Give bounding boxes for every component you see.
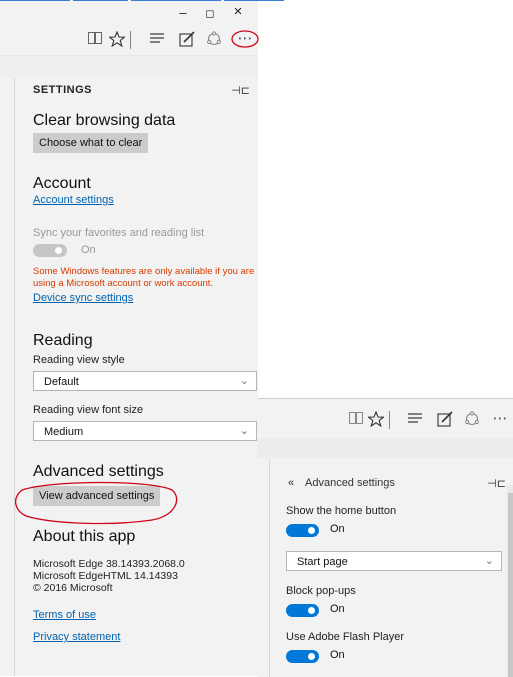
- pin-icon[interactable]: ⊣⊏: [487, 477, 506, 490]
- title-bar: – ◻ ×: [0, 3, 258, 25]
- tab-strip-area: [258, 438, 513, 458]
- browser-toolbar: ⋯: [258, 405, 513, 435]
- toolbar-divider: [389, 411, 390, 429]
- reading-view-icon[interactable]: [86, 31, 104, 49]
- scrollbar[interactable]: [507, 485, 513, 677]
- flash-player-toggle[interactable]: [286, 650, 319, 663]
- share-icon[interactable]: [205, 31, 223, 52]
- toolbar-divider: [130, 31, 131, 49]
- annotation-circle-more: [231, 30, 259, 48]
- sync-toggle-state: On: [81, 244, 96, 256]
- favorites-star-icon[interactable]: [107, 30, 127, 52]
- browser-toolbar: ⋯: [0, 25, 258, 56]
- chevron-down-icon: ⌄: [484, 555, 494, 567]
- hub-icon[interactable]: [148, 31, 166, 50]
- back-icon[interactable]: «: [288, 477, 294, 489]
- share-icon[interactable]: [463, 411, 481, 432]
- choose-what-to-clear-button[interactable]: Choose what to clear: [33, 133, 149, 153]
- show-home-button-label: Show the home button: [286, 505, 397, 517]
- restore-button[interactable]: ◻: [199, 7, 221, 20]
- flash-player-state: On: [330, 649, 345, 661]
- sync-label: Sync your favorites and reading list: [33, 227, 205, 239]
- clear-browsing-data-heading: Clear browsing data: [33, 112, 176, 129]
- tab-strip-area: [0, 56, 258, 78]
- home-page-value: Start page: [297, 556, 348, 568]
- about-heading: About this app: [33, 528, 136, 545]
- device-sync-settings-link[interactable]: Device sync settings: [33, 292, 133, 304]
- home-page-select[interactable]: Start page ⌄: [286, 551, 502, 571]
- edgehtml-version: Microsoft EdgeHTML 14.14393: [33, 570, 178, 582]
- block-popups-label: Block pop-ups: [286, 585, 356, 597]
- terms-of-use-link[interactable]: Terms of use: [33, 609, 96, 621]
- hub-icon[interactable]: [406, 411, 424, 430]
- privacy-statement-link[interactable]: Privacy statement: [33, 631, 120, 643]
- advanced-settings-panel: « Advanced settings ⊣⊏ Show the home but…: [269, 459, 513, 677]
- edge-window-settings: – ◻ × ⋯ SETTINGS ⊣⊏ Clear browsing data …: [0, 0, 284, 676]
- account-settings-link[interactable]: Account settings: [33, 194, 114, 206]
- reading-view-style-select[interactable]: Default ⌄: [33, 371, 257, 391]
- reading-font-size-label: Reading view font size: [33, 404, 144, 416]
- more-icon[interactable]: ⋯: [491, 410, 509, 428]
- advanced-settings-header: Advanced settings: [305, 477, 395, 489]
- show-home-button-toggle[interactable]: [286, 524, 319, 537]
- web-note-icon[interactable]: [178, 31, 196, 52]
- account-heading: Account: [33, 175, 91, 192]
- web-note-icon[interactable]: [436, 411, 454, 432]
- annotation-circle-advanced: [15, 481, 178, 525]
- sync-toggle: [33, 244, 67, 257]
- edge-version: Microsoft Edge 38.14393.2068.0: [33, 558, 185, 570]
- reading-view-icon[interactable]: [347, 411, 365, 429]
- reading-font-size-value: Medium: [44, 426, 84, 438]
- account-warning: Some Windows features are only available…: [33, 266, 255, 289]
- block-popups-state: On: [330, 603, 345, 615]
- minimize-button[interactable]: –: [172, 5, 194, 20]
- pin-icon[interactable]: ⊣⊏: [231, 84, 250, 97]
- edge-window-advanced: ⋯ « Advanced settings ⊣⊏ Show the home b…: [258, 398, 513, 677]
- reading-view-style-label: Reading view style: [33, 354, 125, 366]
- block-popups-toggle[interactable]: [286, 604, 319, 617]
- settings-panel: SETTINGS ⊣⊏ Clear browsing data Choose w…: [14, 78, 258, 676]
- copyright: © 2016 Microsoft: [33, 582, 113, 594]
- reading-font-size-select[interactable]: Medium ⌄: [33, 421, 257, 441]
- favorites-star-icon[interactable]: [366, 410, 386, 432]
- flash-player-label: Use Adobe Flash Player: [286, 631, 405, 643]
- reading-heading: Reading: [33, 332, 93, 349]
- close-button[interactable]: ×: [227, 3, 249, 20]
- chevron-down-icon: ⌄: [239, 375, 249, 387]
- scroll-thumb[interactable]: [508, 493, 513, 677]
- reading-view-style-value: Default: [44, 376, 79, 388]
- chevron-down-icon: ⌄: [239, 425, 249, 437]
- settings-header: SETTINGS: [33, 84, 93, 96]
- show-home-button-state: On: [330, 523, 345, 535]
